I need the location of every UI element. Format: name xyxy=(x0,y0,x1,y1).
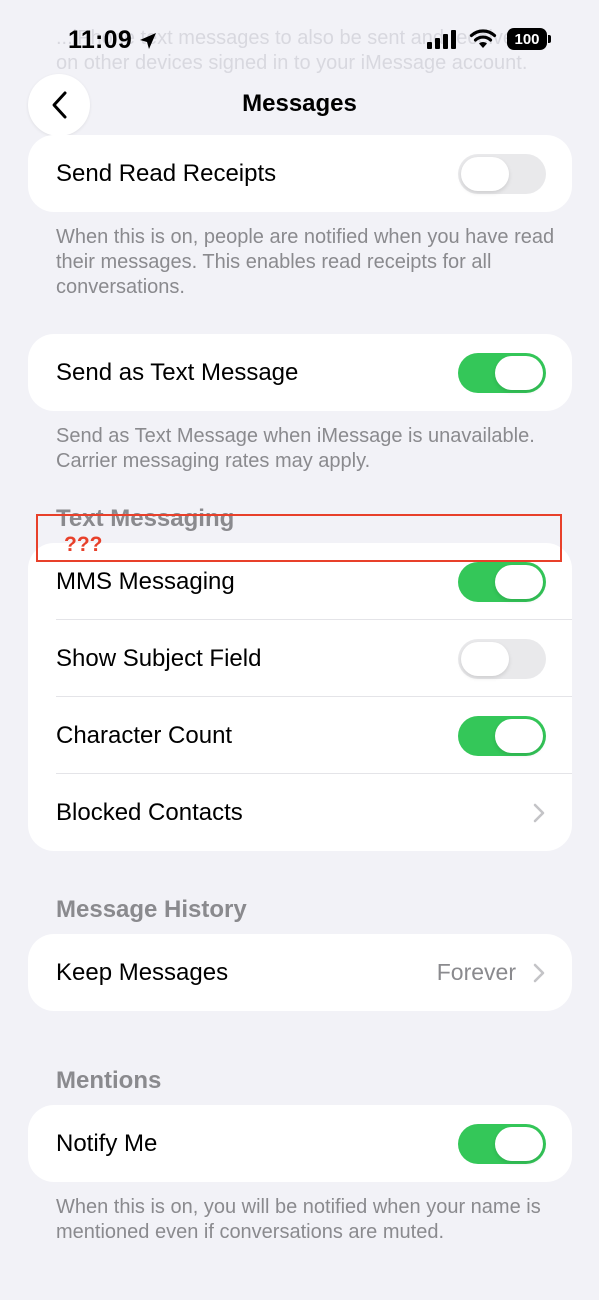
character-count-toggle[interactable] xyxy=(458,715,546,756)
battery-level: 100 xyxy=(514,30,540,48)
keep-messages-value: Forever xyxy=(436,959,516,985)
read-receipts-row: Send Read Receipts xyxy=(28,135,572,212)
page-title: Messages xyxy=(242,90,357,117)
wifi-icon xyxy=(469,29,497,48)
annotation-box xyxy=(36,514,562,562)
show-subject-field-toggle[interactable] xyxy=(458,638,546,679)
status-icons: 100 xyxy=(427,28,551,50)
notify-me-toggle[interactable] xyxy=(458,1123,546,1164)
toggle-knob xyxy=(495,355,543,390)
send-as-sms-footnote: Send as Text Message when iMessage is un… xyxy=(56,425,535,472)
send-as-sms-toggle[interactable] xyxy=(458,352,546,393)
notify-me-label: Notify Me xyxy=(56,1129,158,1157)
blocked-contacts-row[interactable]: Blocked Contacts xyxy=(28,774,572,851)
battery-icon: 100 xyxy=(507,28,551,50)
annotation-label: ??? xyxy=(64,533,103,556)
keep-messages-row[interactable]: Keep Messages Forever xyxy=(28,934,572,1011)
show-subject-field-label: Show Subject Field xyxy=(56,644,262,672)
mms-messaging-label: MMS Messaging xyxy=(56,567,235,595)
mms-messaging-toggle[interactable] xyxy=(458,561,546,602)
show-subject-field-row: Show Subject Field xyxy=(28,620,572,697)
toggle-knob xyxy=(495,564,543,599)
keep-messages-label: Keep Messages xyxy=(56,958,229,986)
message-history-header: Message History xyxy=(56,896,247,923)
read-receipts-label: Send Read Receipts xyxy=(56,159,277,187)
status-time: 11:09 xyxy=(68,26,158,55)
notify-me-row: Notify Me xyxy=(28,1105,572,1182)
send-as-sms-card: Send as Text Message xyxy=(28,334,572,411)
cellular-signal-icon xyxy=(427,30,456,49)
blocked-contacts-label: Blocked Contacts xyxy=(56,798,243,826)
toggle-knob xyxy=(461,156,509,191)
toggle-knob xyxy=(461,641,509,676)
read-receipts-toggle[interactable] xyxy=(458,153,546,194)
status-bar: 11:09 100 xyxy=(0,0,599,80)
character-count-row: Character Count xyxy=(28,697,572,774)
message-history-card: Keep Messages Forever xyxy=(28,934,572,1011)
read-receipts-card: Send Read Receipts xyxy=(28,135,572,212)
location-arrow-icon xyxy=(140,32,157,49)
mentions-header: Mentions xyxy=(56,1067,162,1094)
read-receipts-footnote: When this is on, people are notified whe… xyxy=(56,226,555,298)
chevron-right-icon xyxy=(533,963,545,982)
chevron-right-icon xyxy=(533,803,545,822)
toggle-knob xyxy=(495,1126,543,1161)
text-messaging-card: MMS Messaging Show Subject Field Charact… xyxy=(28,543,572,851)
mentions-footnote: When this is on, you will be notified wh… xyxy=(56,1196,541,1243)
character-count-label: Character Count xyxy=(56,721,233,749)
send-as-sms-row: Send as Text Message xyxy=(28,334,572,411)
status-time-text: 11:09 xyxy=(68,26,133,54)
mentions-card: Notify Me xyxy=(28,1105,572,1182)
send-as-sms-label: Send as Text Message xyxy=(56,358,299,386)
toggle-knob xyxy=(495,718,543,753)
